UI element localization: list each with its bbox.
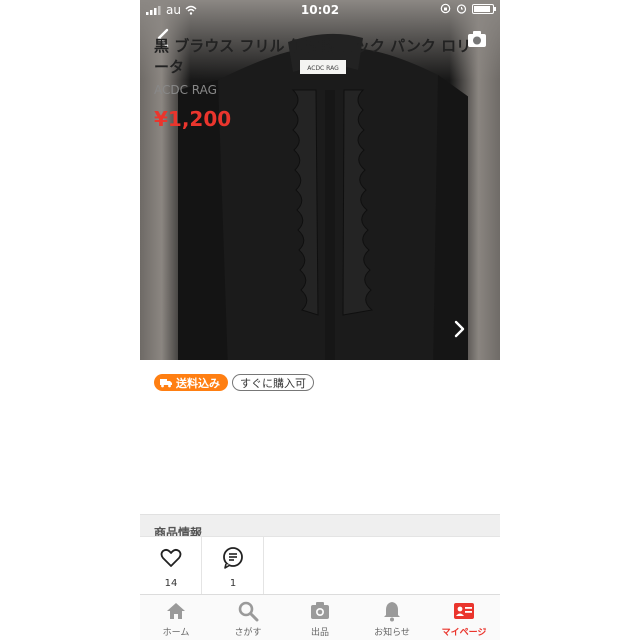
blouse-image: ACDC RAG — [178, 33, 468, 360]
app-screen: ACDC RAG au 10:02 送料込み すぐに購入可 黒 ブラウス フリル… — [140, 0, 500, 640]
search-icon — [238, 601, 259, 622]
product-title: 黒 ブラウス フリル 個性的 ロック パンク ロリータ — [154, 37, 472, 76]
like-button[interactable]: 14 — [140, 537, 202, 595]
instant-buy-badge: すぐに購入可 — [232, 374, 314, 391]
shipping-badge-label: 送料込み — [176, 376, 220, 390]
shipping-included-badge: 送料込み — [154, 374, 228, 391]
action-bar: 14 1 — [140, 536, 500, 595]
profile-card-icon — [454, 603, 474, 619]
tab-home-label: ホーム — [162, 628, 190, 638]
battery-icon — [472, 3, 496, 14]
tab-sell-label: 出品 — [310, 628, 329, 638]
camera-icon — [311, 602, 329, 619]
heart-icon — [160, 548, 182, 567]
tab-sell[interactable]: 出品 — [284, 595, 356, 640]
next-image-icon[interactable] — [448, 318, 470, 340]
comment-count: 1 — [229, 578, 237, 589]
home-icon — [167, 603, 185, 619]
bottom-tab-bar: ホーム さがす 出品 お知らせ マイページ — [140, 594, 500, 640]
alarm-icon — [456, 4, 467, 14]
tab-mypage-label: マイページ — [441, 628, 487, 638]
like-count: 14 — [164, 578, 178, 589]
tab-notifications-label: お知らせ — [374, 628, 410, 638]
product-price: ¥1,200 — [154, 107, 232, 131]
truck-icon — [160, 378, 172, 387]
tab-mypage[interactable]: マイページ — [428, 595, 500, 640]
product-brand[interactable]: ACDC RAG — [154, 83, 217, 97]
badge-row: 送料込み すぐに購入可 — [154, 374, 314, 391]
instant-buy-label: すぐに購入可 — [240, 376, 306, 390]
tab-search[interactable]: さがす — [212, 595, 284, 640]
comment-button[interactable]: 1 — [202, 537, 264, 595]
bell-icon — [384, 602, 400, 622]
tab-notifications[interactable]: お知らせ — [356, 595, 428, 640]
rotation-lock-icon — [440, 3, 451, 14]
tab-search-label: さがす — [234, 628, 262, 638]
status-bar: au 10:02 — [140, 0, 500, 20]
comment-icon — [223, 547, 243, 569]
tab-home[interactable]: ホーム — [140, 595, 212, 640]
